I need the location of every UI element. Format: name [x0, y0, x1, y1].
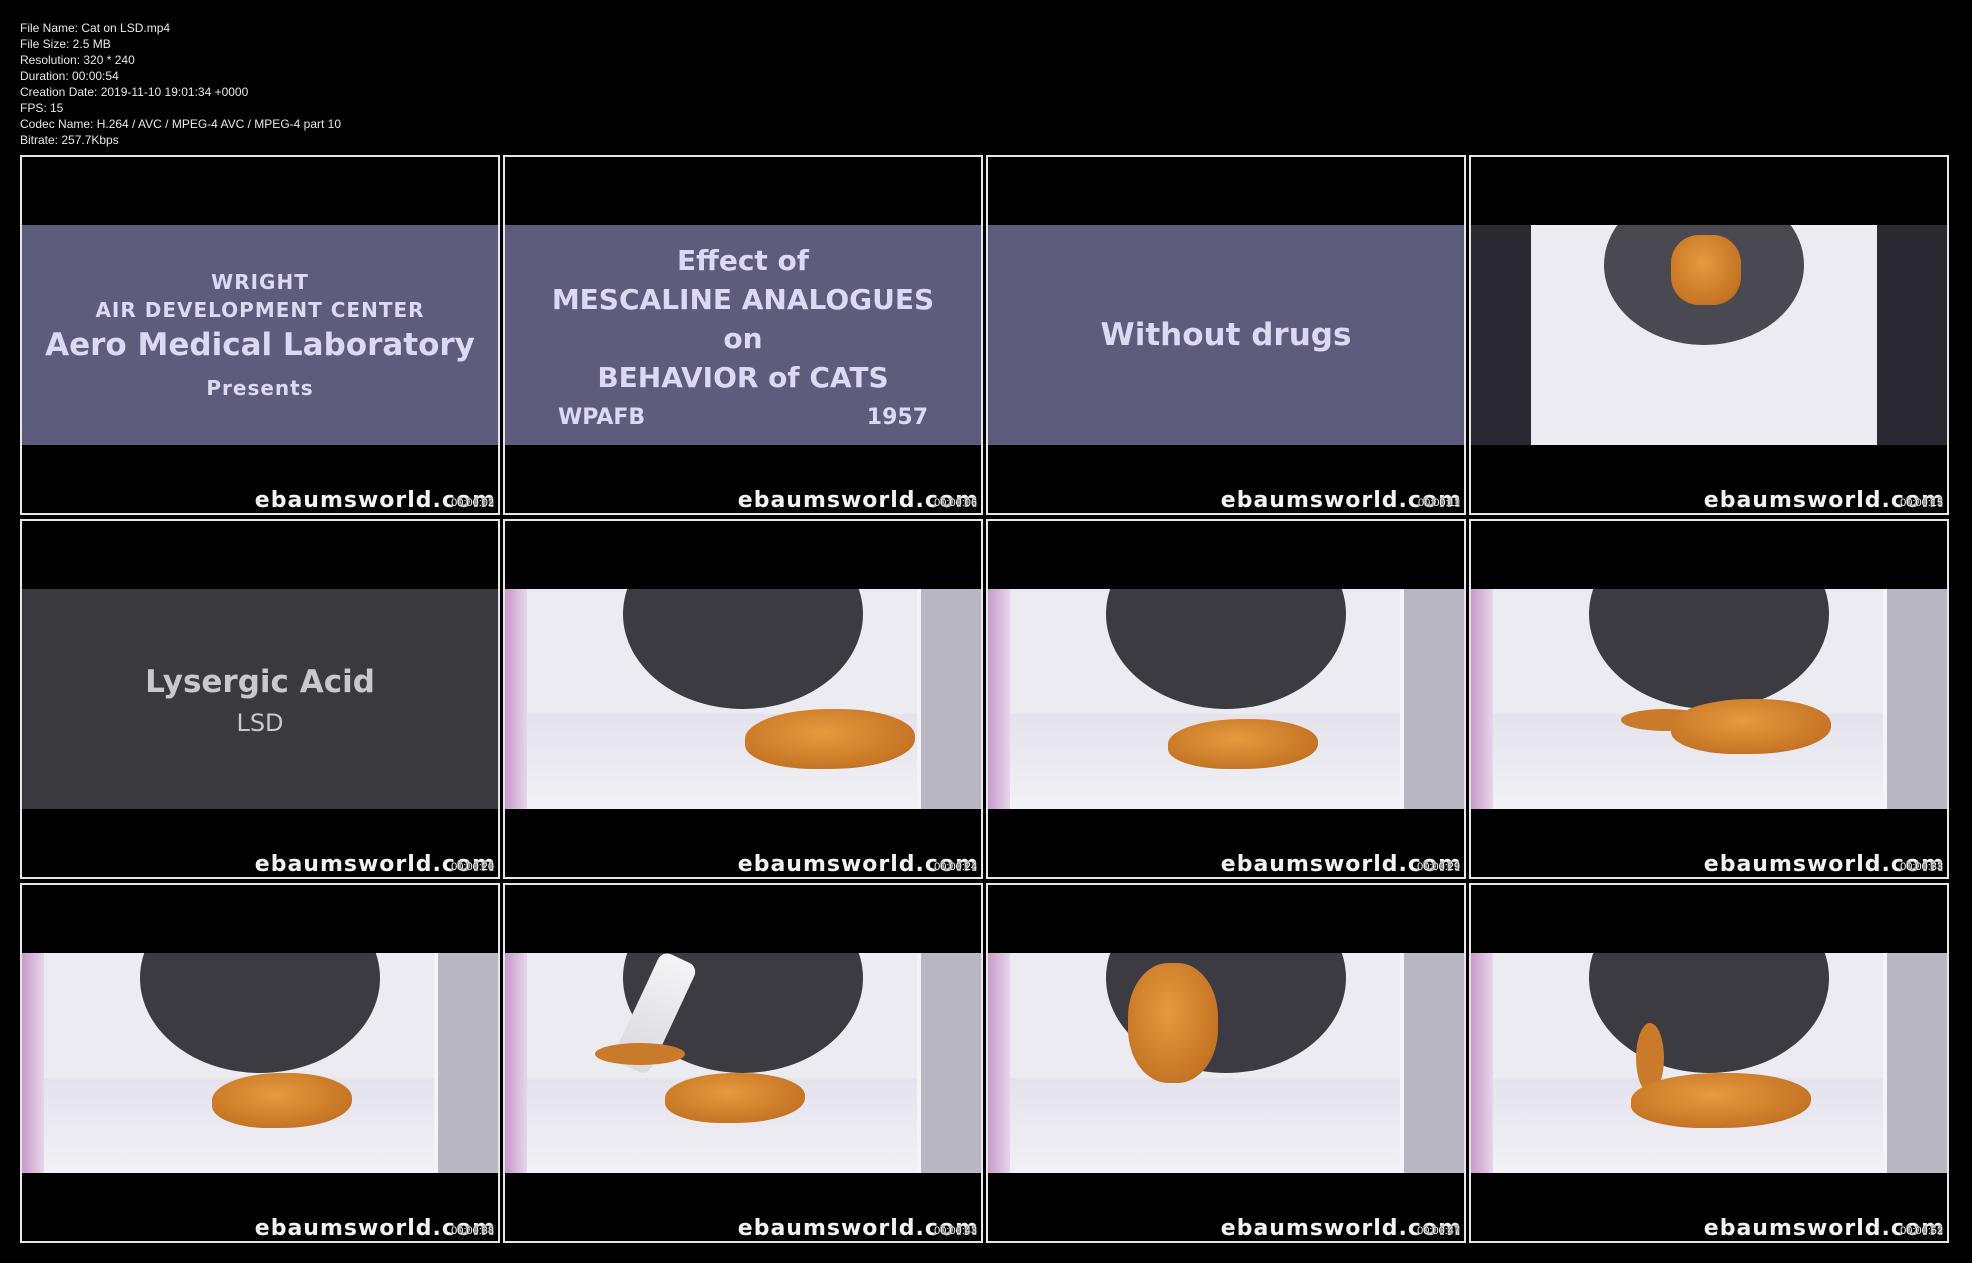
- box-edge: [1883, 589, 1947, 809]
- box-edge: [1471, 589, 1493, 809]
- video-frame: [1471, 953, 1947, 1173]
- frame-timestamp: 00:00:24: [934, 861, 977, 873]
- card-line: MESCALINE ANALOGUES: [551, 282, 935, 316]
- frame-timestamp: 00:00:02: [451, 497, 494, 509]
- box-edge: [1883, 953, 1947, 1173]
- box-wall: [525, 589, 961, 724]
- cat-icon: [1631, 1073, 1811, 1128]
- box-floor: [988, 1078, 1464, 1173]
- box-edge: [434, 953, 498, 1173]
- card-line: AIR DEVELOPMENT CENTER: [95, 298, 425, 322]
- frame-thumbnail[interactable]: ebaumsworld.com 00:00:29: [986, 519, 1466, 879]
- bitrate: Bitrate: 257.7Kbps: [20, 133, 119, 147]
- cat-jumping-icon: [1671, 235, 1741, 305]
- box-edge: [505, 953, 527, 1173]
- box-edge: [1400, 953, 1464, 1173]
- cat-icon: [212, 1073, 352, 1128]
- cat-icon: [1671, 699, 1831, 754]
- video-frame: [1471, 589, 1947, 809]
- frame-timestamp: 00:00:52: [1900, 1225, 1943, 1237]
- frame-thumbnail[interactable]: ebaumsworld.com 00:00:43: [503, 883, 983, 1243]
- card-line: on: [723, 321, 763, 355]
- box-edge: [1471, 953, 1493, 1173]
- frame-timestamp: 00:00:29: [1417, 861, 1460, 873]
- cat-icon: [1128, 963, 1218, 1083]
- box-edge: [22, 953, 44, 1173]
- video-frame: [505, 953, 981, 1173]
- card-line: Effect of: [677, 243, 809, 277]
- frame-timestamp: 00:00:38: [451, 1225, 494, 1237]
- frame-thumbnail[interactable]: Without drugs ebaumsworld.com 00:00:11: [986, 155, 1466, 515]
- box-edge: [988, 589, 1010, 809]
- frame-timestamp: 00:00:11: [1417, 497, 1460, 509]
- card-line: Presents: [206, 376, 314, 400]
- duration: Duration: 00:00:54: [20, 69, 119, 83]
- box-wall: [1491, 953, 1927, 1088]
- file-size: File Size: 2.5 MB: [20, 37, 111, 51]
- file-name: File Name: Cat on LSD.mp4: [20, 21, 171, 35]
- box-wall: [525, 953, 961, 1088]
- creation-date: Creation Date: 2019-11-10 19:01:34 +0000: [20, 85, 249, 99]
- title-card: Without drugs: [988, 225, 1464, 445]
- card-line: WPAFB: [558, 404, 646, 430]
- cat-icon: [665, 1073, 805, 1123]
- frame-timestamp: 00:00:06: [934, 497, 977, 509]
- video-frame: [988, 953, 1464, 1173]
- box-edge: [917, 953, 981, 1173]
- frame-thumbnail[interactable]: ebaumsworld.com 00:00:33: [1469, 519, 1949, 879]
- frame-timestamp: 00:00:47: [1417, 1225, 1460, 1237]
- cat-tail: [595, 1043, 685, 1065]
- frame-timestamp: 00:00:15: [1900, 497, 1943, 509]
- box-edge: [505, 589, 527, 809]
- card-line: Aero Medical Laboratory: [45, 327, 475, 363]
- card-line: 1957: [866, 404, 928, 430]
- box-edge: [1400, 589, 1464, 809]
- box-wall: [42, 953, 478, 1088]
- box-edge: [988, 953, 1010, 1173]
- box-opening: [1589, 953, 1829, 1073]
- frame-thumbnail[interactable]: Lysergic Acid LSD ebaumsworld.com 00:00:…: [20, 519, 500, 879]
- resolution: Resolution: 320 * 240: [20, 53, 135, 67]
- frame-thumbnail[interactable]: ebaumsworld.com 00:00:15: [1469, 155, 1949, 515]
- fps: FPS: 15: [20, 101, 64, 115]
- card-line: WRIGHT: [211, 270, 309, 294]
- frame-timestamp: 00:00:43: [934, 1225, 977, 1237]
- video-frame: [505, 589, 981, 809]
- frame-timestamp: 00:00:33: [1900, 861, 1943, 873]
- box-edge: [917, 589, 981, 809]
- video-frame: [22, 953, 498, 1173]
- frame-timestamp: 00:00:20: [451, 861, 494, 873]
- frame-thumbnail[interactable]: ebaumsworld.com 00:00:52: [1469, 883, 1949, 1243]
- box-wall: [1008, 953, 1444, 1088]
- box-opening: [1106, 589, 1346, 709]
- video-frame: [1471, 225, 1947, 445]
- frame-thumbnail[interactable]: ebaumsworld.com 00:00:47: [986, 883, 1466, 1243]
- box-opening: [623, 589, 863, 709]
- card-line: LSD: [236, 709, 284, 737]
- title-card: Lysergic Acid LSD: [22, 589, 498, 809]
- card-line: BEHAVIOR of CATS: [597, 360, 889, 394]
- box-opening: [140, 953, 380, 1073]
- cat-icon: [745, 709, 915, 769]
- frame-thumbnail[interactable]: ebaumsworld.com 00:00:38: [20, 883, 500, 1243]
- video-frame: [988, 589, 1464, 809]
- cat-icon: [1168, 719, 1318, 769]
- card-line: Without drugs: [1100, 317, 1352, 353]
- file-info-panel: File Name: Cat on LSD.mp4 File Size: 2.5…: [20, 20, 341, 148]
- box-wall: [1008, 589, 1444, 724]
- frame-thumbnail[interactable]: Effect of MESCALINE ANALOGUES on BEHAVIO…: [503, 155, 983, 515]
- frame-thumbnail[interactable]: ebaumsworld.com 00:00:24: [503, 519, 983, 879]
- title-card: WRIGHT AIR DEVELOPMENT CENTER Aero Medic…: [22, 225, 498, 445]
- codec-name: Codec Name: H.264 / AVC / MPEG-4 AVC / M…: [20, 117, 342, 131]
- thumbnail-grid: WRIGHT AIR DEVELOPMENT CENTER Aero Medic…: [20, 155, 1950, 1245]
- box-opening: [1589, 589, 1829, 709]
- title-card: Effect of MESCALINE ANALOGUES on BEHAVIO…: [505, 225, 981, 445]
- card-line: Lysergic Acid: [145, 664, 375, 700]
- frame-thumbnail[interactable]: WRIGHT AIR DEVELOPMENT CENTER Aero Medic…: [20, 155, 500, 515]
